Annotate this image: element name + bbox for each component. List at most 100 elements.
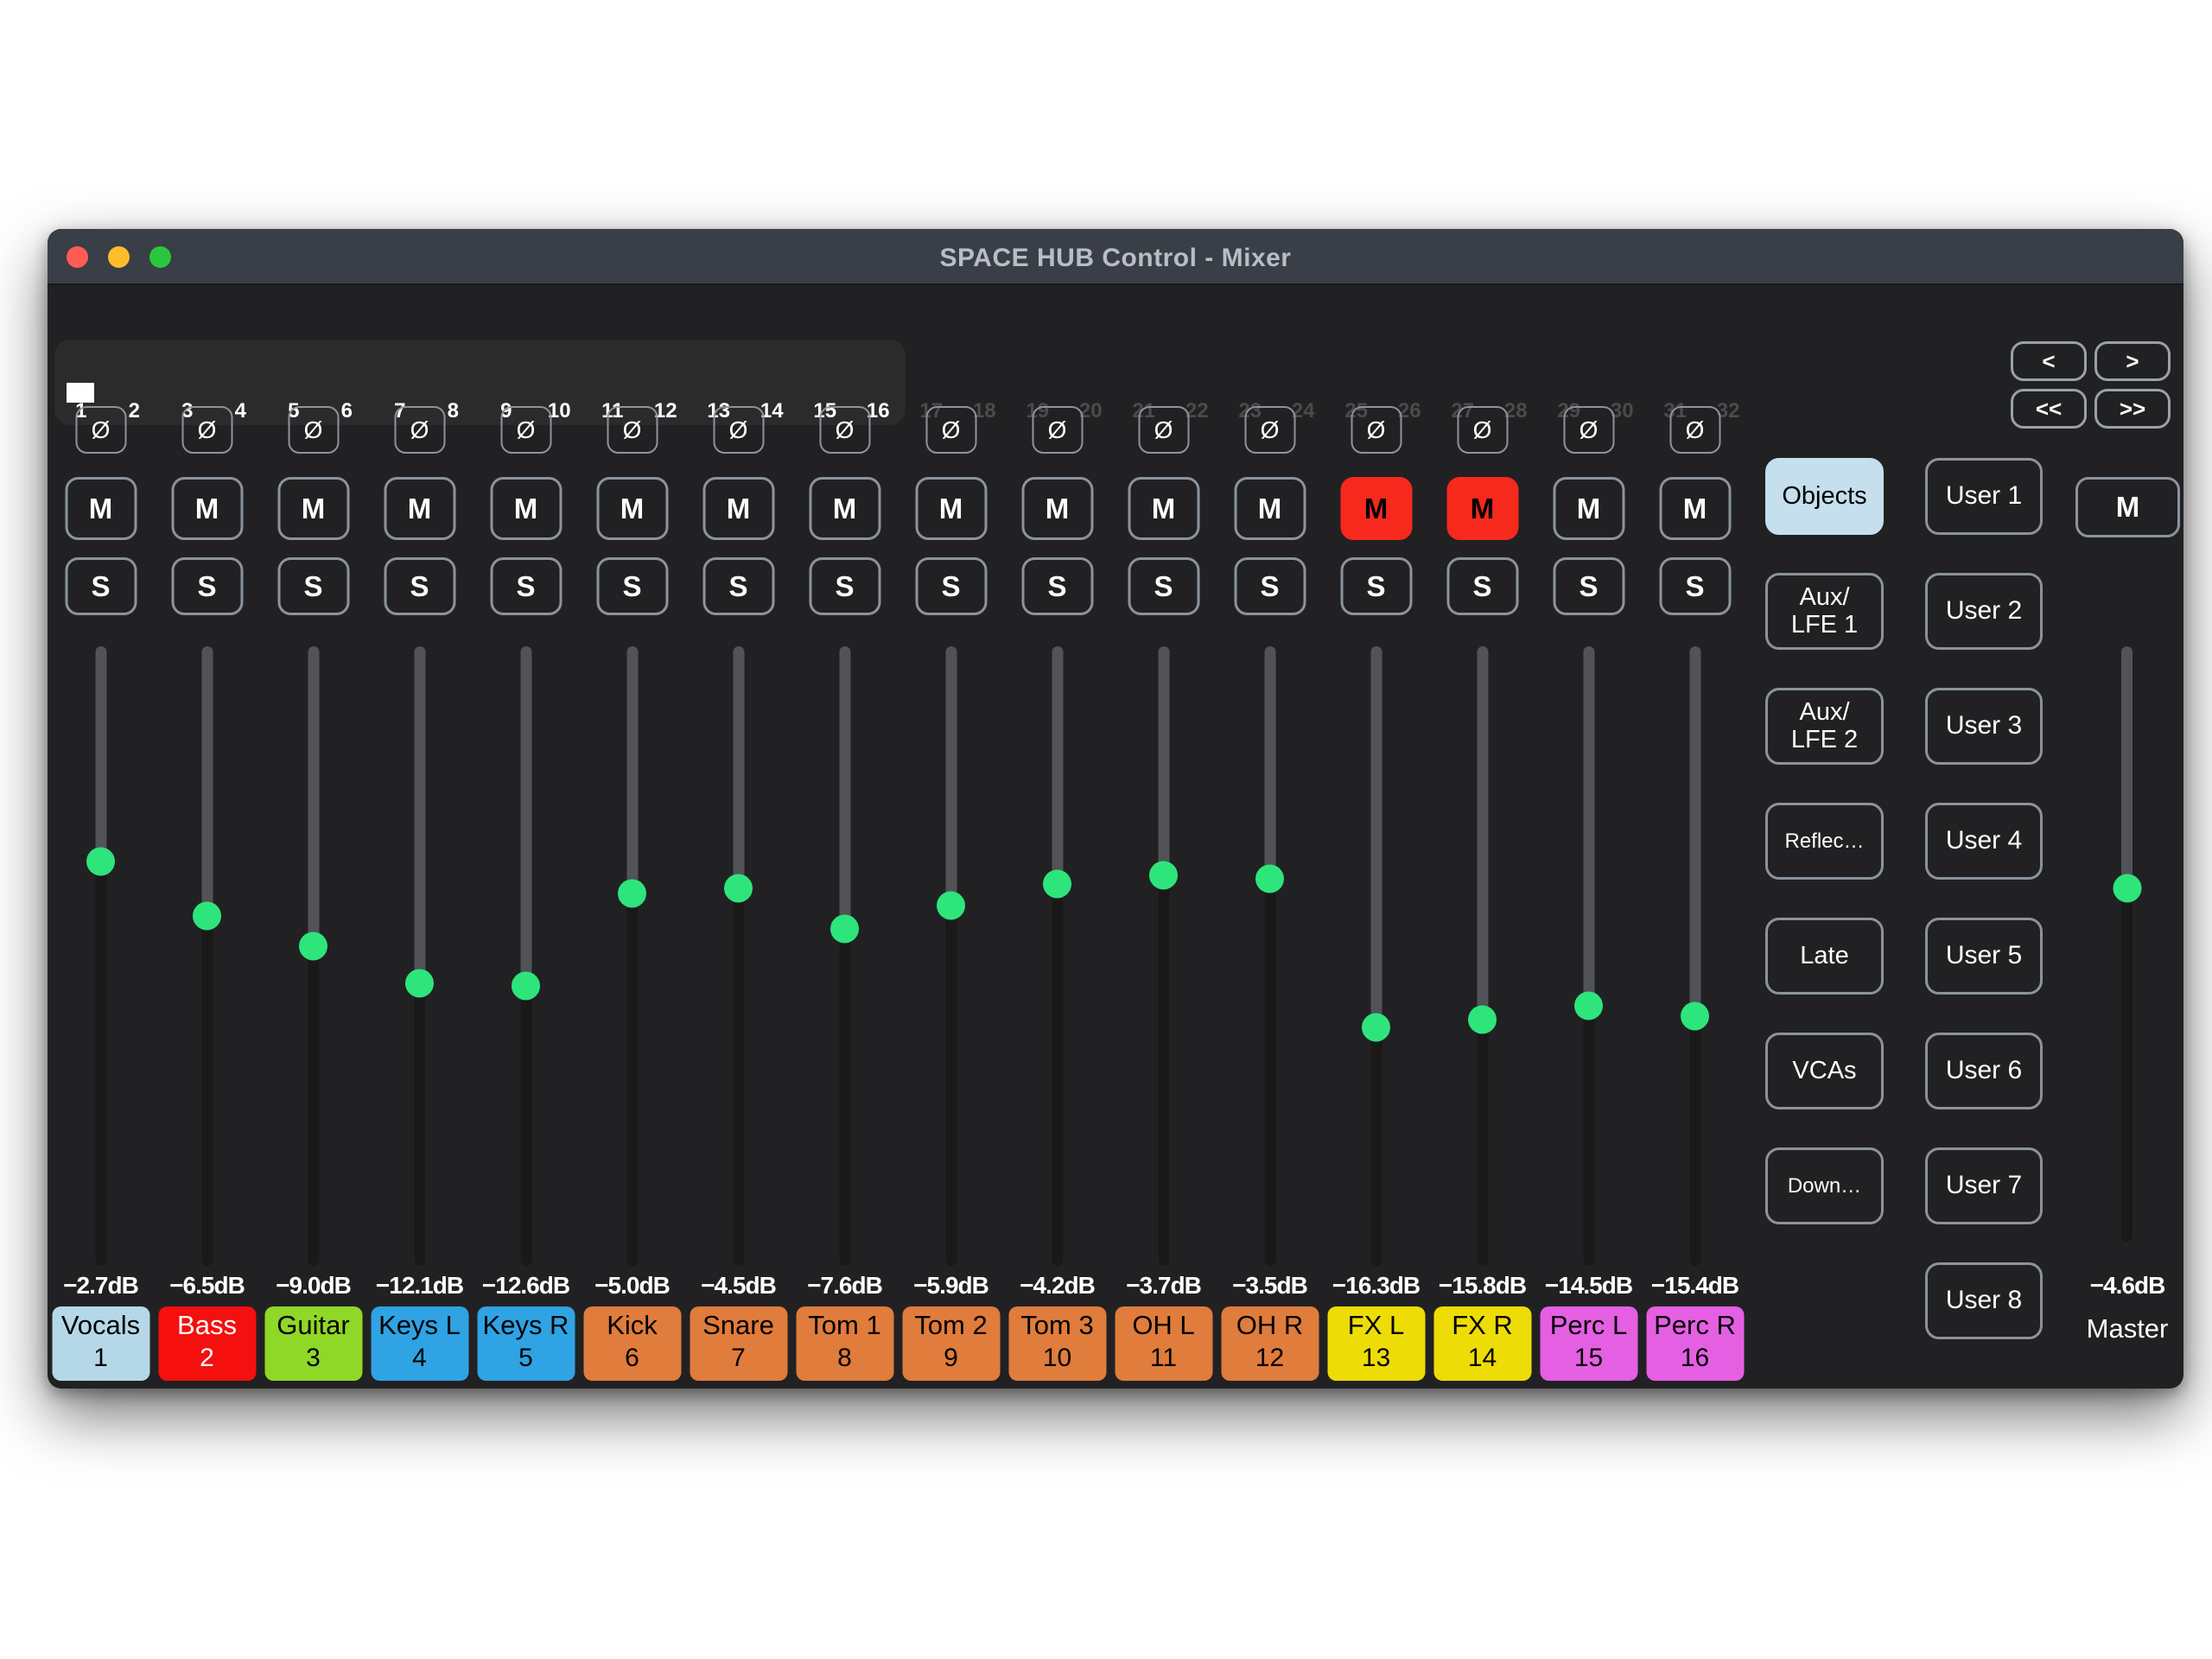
channel-label[interactable]: Tom 1 8 xyxy=(796,1306,893,1381)
mute-button[interactable]: M xyxy=(490,477,562,540)
channel-label[interactable]: OH R 12 xyxy=(1221,1306,1319,1381)
fader-thumb[interactable] xyxy=(405,969,434,998)
fader-track[interactable] xyxy=(1477,646,1488,1266)
solo-button[interactable]: S xyxy=(490,557,562,615)
user-button-4[interactable]: User 4 xyxy=(1925,803,2043,880)
fader-thumb[interactable] xyxy=(830,914,859,943)
fader-track[interactable] xyxy=(733,646,744,1266)
solo-button[interactable]: S xyxy=(1021,557,1093,615)
phase-button[interactable]: Ø xyxy=(1032,406,1083,454)
solo-button[interactable]: S xyxy=(1659,557,1731,615)
phase-button[interactable]: Ø xyxy=(1244,406,1295,454)
fader-track[interactable] xyxy=(626,646,638,1266)
fader-track[interactable] xyxy=(1158,646,1169,1266)
fader-thumb[interactable] xyxy=(1574,991,1603,1020)
channel-label[interactable]: Keys L 4 xyxy=(371,1306,468,1381)
fader-track[interactable] xyxy=(1052,646,1063,1266)
phase-button[interactable]: Ø xyxy=(75,406,126,454)
solo-button[interactable]: S xyxy=(702,557,774,615)
user-button-2[interactable]: User 2 xyxy=(1925,573,2043,650)
mute-button[interactable]: M xyxy=(277,477,349,540)
bus-button-reflections[interactable]: Reflec… xyxy=(1765,803,1884,880)
user-button-7[interactable]: User 7 xyxy=(1925,1147,2043,1224)
bus-button-aux-lfe-1[interactable]: Aux/LFE 1 xyxy=(1765,573,1884,650)
phase-button[interactable]: Ø xyxy=(607,406,658,454)
fader-track[interactable] xyxy=(945,646,957,1266)
fader-thumb[interactable] xyxy=(724,874,753,902)
mute-button[interactable]: M xyxy=(1021,477,1093,540)
fader-thumb[interactable] xyxy=(299,932,327,961)
fader-track[interactable] xyxy=(1264,646,1275,1266)
channel-label[interactable]: Vocals 1 xyxy=(52,1306,149,1381)
solo-button[interactable]: S xyxy=(171,557,243,615)
fader-track[interactable] xyxy=(414,646,425,1266)
next-bank-button[interactable]: >> xyxy=(2094,389,2171,429)
fader-thumb[interactable] xyxy=(618,880,646,908)
channel-label[interactable]: Snare 7 xyxy=(690,1306,787,1381)
phase-button[interactable]: Ø xyxy=(713,406,764,454)
channel-label[interactable]: Kick 6 xyxy=(583,1306,681,1381)
solo-button[interactable]: S xyxy=(915,557,987,615)
bus-button-aux-lfe-2[interactable]: Aux/LFE 2 xyxy=(1765,688,1884,765)
prev-channel-button[interactable]: < xyxy=(2011,341,2087,381)
fader-track[interactable] xyxy=(520,646,531,1266)
mute-button[interactable]: M xyxy=(596,477,668,540)
channel-label[interactable]: Tom 3 10 xyxy=(1008,1306,1106,1381)
channel-label[interactable]: OH L 11 xyxy=(1115,1306,1212,1381)
solo-button[interactable]: S xyxy=(1128,557,1199,615)
channel-label[interactable]: Tom 2 9 xyxy=(902,1306,1000,1381)
fader-track[interactable] xyxy=(201,646,213,1266)
mute-button[interactable]: M xyxy=(809,477,880,540)
mute-button[interactable]: M xyxy=(1659,477,1731,540)
phase-button[interactable]: Ø xyxy=(1457,406,1508,454)
channel-label[interactable]: Perc R 16 xyxy=(1646,1306,1744,1381)
fader-track[interactable] xyxy=(1583,646,1594,1266)
bus-button-vcas[interactable]: VCAs xyxy=(1765,1033,1884,1109)
fader-thumb[interactable] xyxy=(1681,1002,1709,1031)
channel-label[interactable]: FX L 13 xyxy=(1327,1306,1425,1381)
master-mute-button[interactable]: M xyxy=(2075,477,2180,537)
channel-label[interactable]: Perc L 15 xyxy=(1540,1306,1637,1381)
solo-button[interactable]: S xyxy=(277,557,349,615)
solo-button[interactable]: S xyxy=(809,557,880,615)
user-button-6[interactable]: User 6 xyxy=(1925,1033,2043,1109)
master-fader-thumb[interactable] xyxy=(2113,874,2141,902)
fader-thumb[interactable] xyxy=(86,847,115,875)
phase-button[interactable]: Ø xyxy=(500,406,551,454)
phase-button[interactable]: Ø xyxy=(1669,406,1720,454)
fader-thumb[interactable] xyxy=(193,901,221,930)
user-button-5[interactable]: User 5 xyxy=(1925,918,2043,995)
fader-track[interactable] xyxy=(839,646,850,1266)
phase-button[interactable]: Ø xyxy=(288,406,339,454)
phase-button[interactable]: Ø xyxy=(819,406,870,454)
channel-label[interactable]: FX R 14 xyxy=(1433,1306,1531,1381)
mute-button[interactable]: M xyxy=(171,477,243,540)
fader-track[interactable] xyxy=(95,646,106,1266)
mute-button[interactable]: M xyxy=(702,477,774,540)
mute-button[interactable]: M xyxy=(65,477,137,540)
channel-label[interactable]: Bass 2 xyxy=(158,1306,256,1381)
mute-button[interactable]: M xyxy=(1234,477,1306,540)
bus-button-objects[interactable]: Objects xyxy=(1765,458,1884,535)
solo-button[interactable]: S xyxy=(384,557,455,615)
mute-button[interactable]: M xyxy=(915,477,987,540)
fader-thumb[interactable] xyxy=(1255,864,1284,893)
solo-button[interactable]: S xyxy=(1553,557,1624,615)
fader-track[interactable] xyxy=(1689,646,1700,1266)
user-button-1[interactable]: User 1 xyxy=(1925,458,2043,535)
fader-thumb[interactable] xyxy=(1362,1013,1390,1041)
fader-thumb[interactable] xyxy=(512,971,540,1000)
phase-button[interactable]: Ø xyxy=(181,406,232,454)
bus-button-late[interactable]: Late xyxy=(1765,918,1884,995)
user-button-8[interactable]: User 8 xyxy=(1925,1262,2043,1339)
next-channel-button[interactable]: > xyxy=(2094,341,2171,381)
mute-button[interactable]: M xyxy=(1340,477,1412,540)
solo-button[interactable]: S xyxy=(1340,557,1412,615)
channel-label[interactable]: Keys R 5 xyxy=(477,1306,575,1381)
solo-button[interactable]: S xyxy=(1446,557,1518,615)
solo-button[interactable]: S xyxy=(1234,557,1306,615)
mute-button[interactable]: M xyxy=(384,477,455,540)
fader-thumb[interactable] xyxy=(1043,870,1071,899)
fader-thumb[interactable] xyxy=(1149,861,1178,890)
channel-label[interactable]: Guitar 3 xyxy=(264,1306,362,1381)
